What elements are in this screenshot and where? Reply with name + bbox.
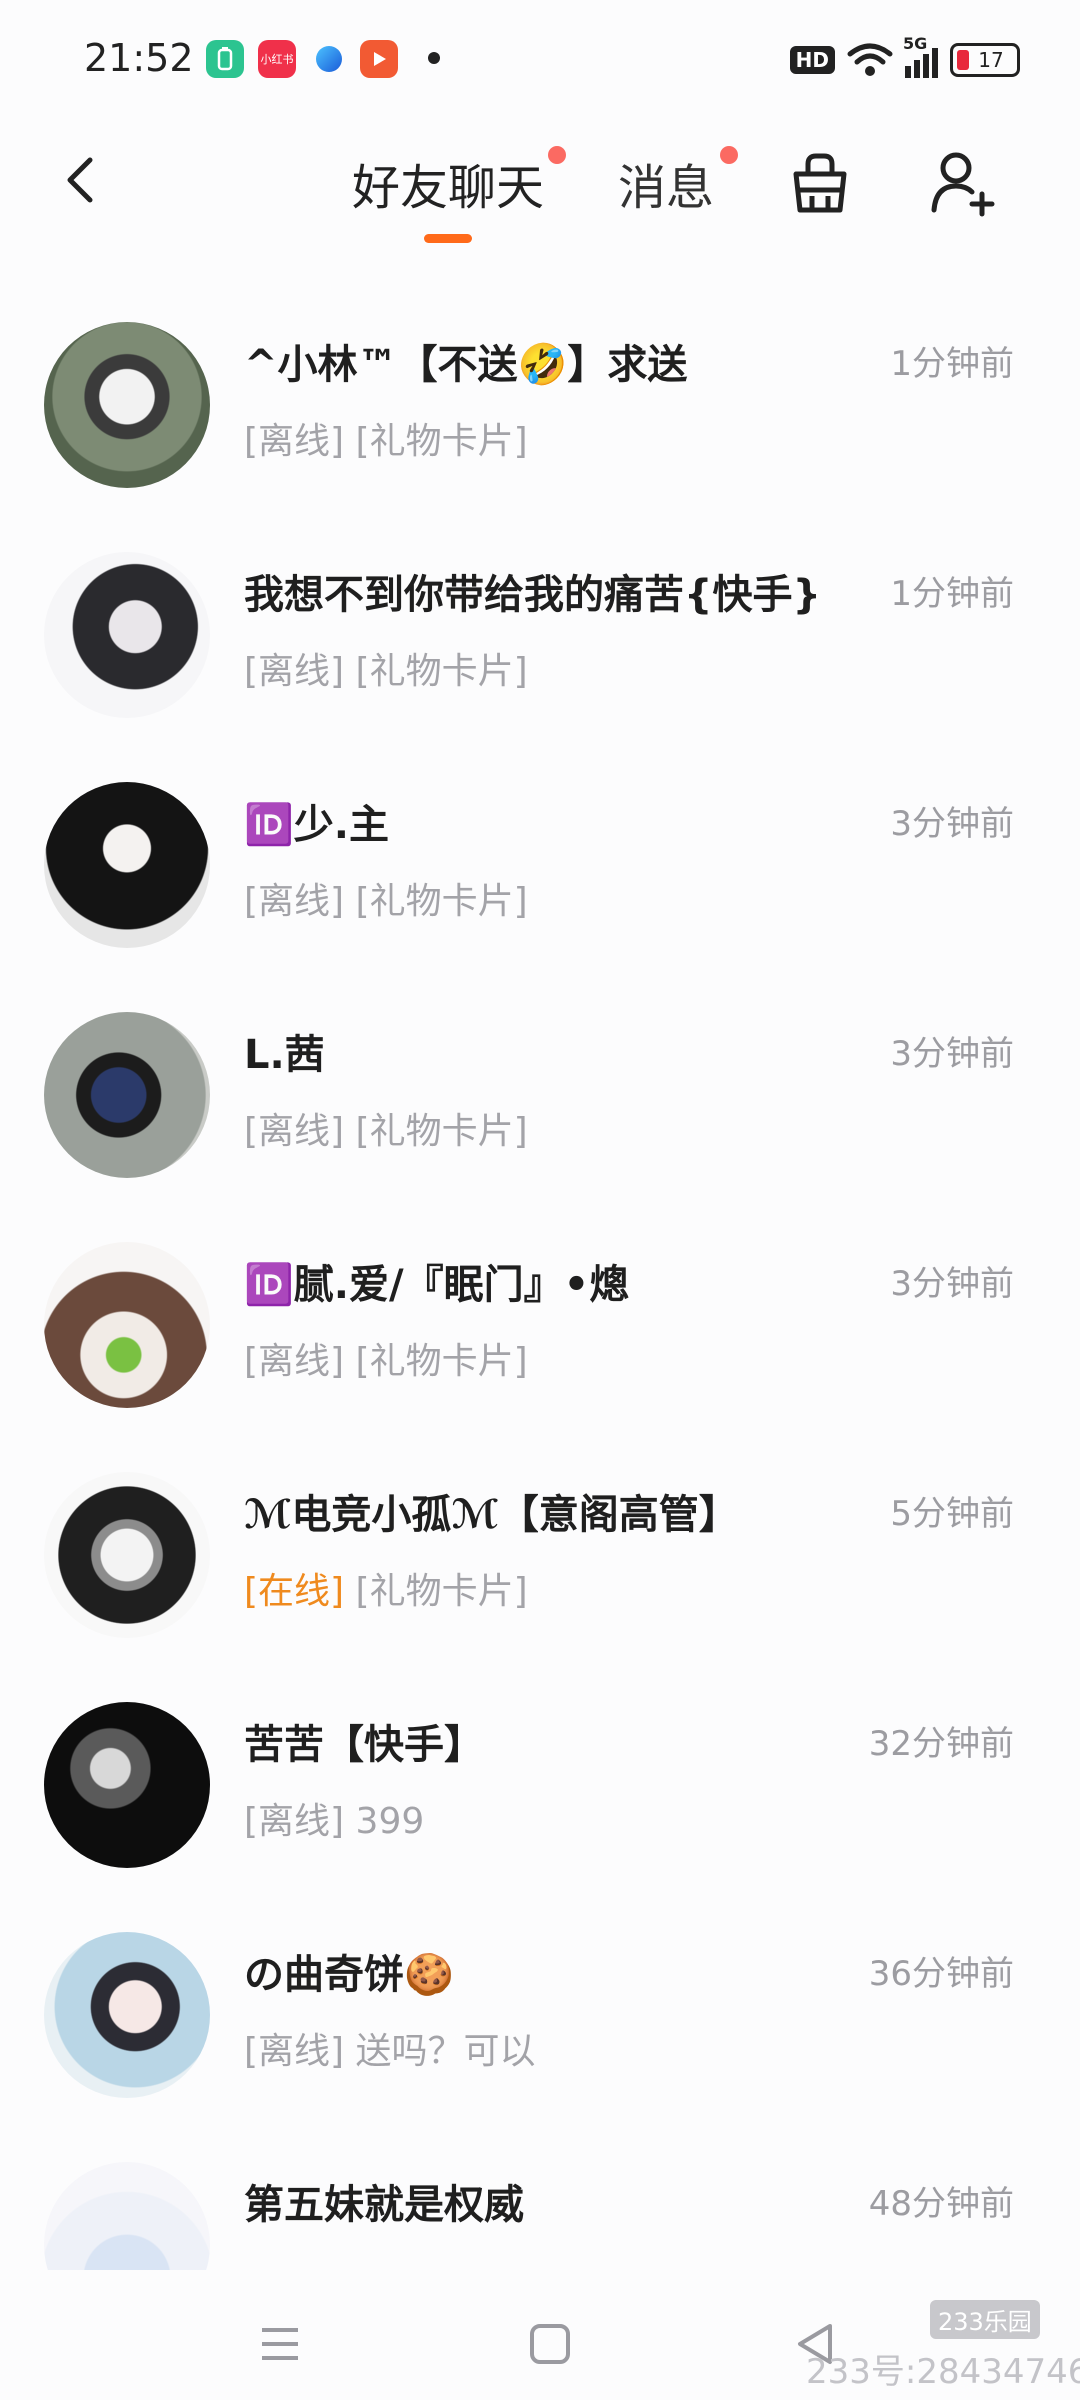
chat-row[interactable]: 苦苦【快手】 [离线] 399 32分钟前: [0, 1680, 1080, 1910]
add-friend-button[interactable]: [924, 144, 1004, 224]
more-notifications-icon: [428, 52, 440, 64]
presence-status: [离线]: [244, 881, 345, 922]
hd-icon: HD: [789, 46, 835, 74]
chat-row[interactable]: の曲奇饼🍪 [离线] 送吗？可以 36分钟前: [0, 1910, 1080, 2140]
message-preview: [礼物卡片]: [355, 421, 528, 462]
message-time: 32分钟前: [868, 1724, 1014, 1764]
home-button[interactable]: [520, 2314, 580, 2374]
presence-status: [离线]: [244, 421, 345, 462]
contact-name: 我想不到你带给我的痛苦{快手}: [244, 572, 821, 618]
avatar[interactable]: [44, 2162, 210, 2270]
avatar[interactable]: [44, 322, 210, 488]
chat-row[interactable]: 🆔少.主 [离线] [礼物卡片] 3分钟前: [0, 760, 1080, 990]
watermark-logo: 233乐园: [930, 2300, 1040, 2339]
avatar[interactable]: [44, 1012, 210, 1178]
recent-apps-button[interactable]: [250, 2314, 310, 2374]
square-icon: [530, 2324, 570, 2364]
chevron-left-icon: [67, 157, 93, 203]
contact-name: 苦苦【快手】: [244, 1722, 484, 1768]
active-tab-indicator: [424, 234, 472, 243]
chat-row[interactable]: ^小林™【不送🤣】求送 [离线] [礼物卡片] 1分钟前: [0, 300, 1080, 530]
message-time: 36分钟前: [868, 1954, 1014, 1994]
chat-header: 好友聊天 消息: [0, 120, 1080, 270]
avatar[interactable]: [44, 782, 210, 948]
bag-icon: [793, 153, 847, 213]
last-message: [离线] [礼物卡片]: [244, 1102, 528, 1154]
last-message: [离线] [礼物卡片]: [244, 412, 528, 464]
message-time: 1分钟前: [890, 344, 1014, 384]
add-user-icon: [931, 152, 995, 217]
presence-status: [离线]: [244, 651, 345, 692]
battery-level: 17: [978, 48, 1004, 72]
contact-name: の曲奇饼🍪: [244, 1952, 454, 1998]
contact-name: L.茜: [244, 1032, 325, 1078]
chat-row[interactable]: 第五妹就是权威 48分钟前: [0, 2140, 1080, 2270]
tab-friend-chat[interactable]: 好友聊天: [352, 148, 544, 218]
last-message: [离线] 399: [244, 1792, 424, 1844]
message-time: 3分钟前: [890, 804, 1014, 844]
presence-status: [离线]: [244, 1341, 345, 1382]
avatar[interactable]: [44, 552, 210, 718]
message-preview: [礼物卡片]: [355, 1571, 528, 1612]
last-message: [离线] 送吗？可以: [244, 2022, 536, 2074]
message-preview: [礼物卡片]: [355, 651, 528, 692]
battery-icon: 17: [950, 43, 1020, 77]
status-bar: 21:52 小红书 HD 5G 17: [0, 0, 1080, 120]
last-message: [离线] [礼物卡片]: [244, 872, 528, 924]
battery-app-icon: [206, 40, 244, 78]
last-message: [离线] [礼物卡片]: [244, 642, 528, 694]
status-indicators: HD 5G 17: [789, 34, 1020, 82]
chat-row[interactable]: 我想不到你带给我的痛苦{快手} [离线] [礼物卡片] 1分钟前: [0, 530, 1080, 760]
network-type: 5G: [903, 34, 928, 53]
wifi-icon: [847, 43, 893, 76]
browser-icon: [310, 40, 348, 78]
messages-badge: [720, 146, 738, 164]
status-time: 21:52: [84, 36, 194, 80]
message-time: 3分钟前: [890, 1264, 1014, 1304]
message-time: 48分钟前: [868, 2184, 1014, 2224]
message-preview: [礼物卡片]: [355, 1341, 528, 1382]
menu-icon: [262, 2328, 298, 2360]
back-button[interactable]: [52, 150, 112, 210]
message-time: 1分钟前: [890, 574, 1014, 614]
message-preview: [礼物卡片]: [355, 1111, 528, 1152]
tab-messages[interactable]: 消息: [618, 148, 714, 218]
message-time: 5分钟前: [890, 1494, 1014, 1534]
message-time: 3分钟前: [890, 1034, 1014, 1074]
message-preview: [礼物卡片]: [355, 881, 528, 922]
xiaohongshu-icon: 小红书: [258, 40, 296, 78]
contact-name: ℳ电竞小孤ℳ【意阁高管】: [244, 1492, 739, 1538]
contact-name: 🆔腻.爱/『眠门』•熜: [244, 1262, 630, 1308]
chat-row[interactable]: ℳ电竞小孤ℳ【意阁高管】 [在线] [礼物卡片] 5分钟前: [0, 1450, 1080, 1680]
last-message: [离线] [礼物卡片]: [244, 1332, 528, 1384]
presence-status: [离线]: [244, 1801, 345, 1842]
contact-name: 🆔少.主: [244, 802, 389, 848]
avatar[interactable]: [44, 1932, 210, 2098]
avatar[interactable]: [44, 1242, 210, 1408]
contact-name: ^小林™【不送🤣】求送: [244, 342, 688, 388]
friend-chat-badge: [548, 146, 566, 164]
avatar[interactable]: [44, 1702, 210, 1868]
presence-status: [在线]: [244, 1571, 345, 1612]
watermark-id: 233号:284347461: [806, 2352, 1080, 2392]
presence-status: [离线]: [244, 1111, 345, 1152]
chat-row[interactable]: L.茜 [离线] [礼物卡片] 3分钟前: [0, 990, 1080, 1220]
signal-icon: 5G: [903, 34, 938, 78]
message-preview: 399: [355, 1801, 425, 1842]
clean-bag-button[interactable]: [780, 144, 860, 224]
last-message: [在线] [礼物卡片]: [244, 1562, 528, 1614]
presence-status: [离线]: [244, 2031, 345, 2072]
contact-name: 第五妹就是权威: [244, 2182, 524, 2228]
avatar[interactable]: [44, 1472, 210, 1638]
message-preview: 送吗？可以: [355, 2031, 536, 2072]
chat-row[interactable]: 🆔腻.爱/『眠门』•熜 [离线] [礼物卡片] 3分钟前: [0, 1220, 1080, 1450]
video-icon: [360, 40, 398, 78]
